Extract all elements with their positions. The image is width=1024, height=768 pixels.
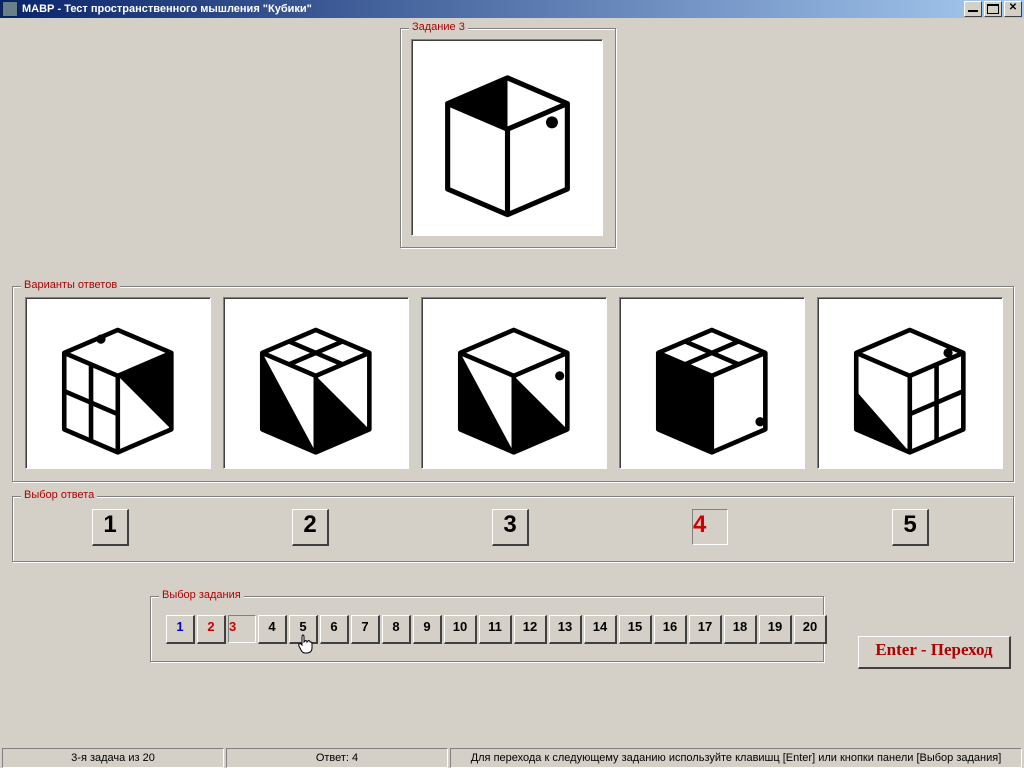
variant-3[interactable] <box>421 297 607 469</box>
cube-icon <box>629 307 795 460</box>
cube-icon <box>827 307 993 460</box>
cube-icon <box>35 307 201 460</box>
status-right: Для перехода к следующему заданию исполь… <box>450 748 1022 768</box>
task-button-2[interactable]: 2 <box>197 615 226 644</box>
task-button-3[interactable]: 3 <box>228 615 256 643</box>
tasksel-group-label: Выбор задания <box>159 589 244 601</box>
status-bar: 3-я задача из 20 Ответ: 4 Для перехода к… <box>0 748 1024 768</box>
answer-group-label: Выбор ответа <box>21 489 97 501</box>
answer-group: Выбор ответа 12345 <box>12 496 1014 562</box>
task-button-11[interactable]: 11 <box>479 615 512 644</box>
minimize-button[interactable] <box>964 1 982 17</box>
answer-button-5[interactable]: 5 <box>892 509 929 546</box>
variants-group: Варианты ответов <box>12 286 1014 482</box>
task-button-5[interactable]: 5 <box>289 615 318 644</box>
task-button-17[interactable]: 17 <box>689 615 722 644</box>
task-button-13[interactable]: 13 <box>549 615 582 644</box>
answer-button-3[interactable]: 3 <box>492 509 529 546</box>
task-button-12[interactable]: 12 <box>514 615 547 644</box>
task-group-label: Задание 3 <box>409 21 468 33</box>
answer-button-2[interactable]: 2 <box>292 509 329 546</box>
app-icon <box>2 1 18 17</box>
task-button-7[interactable]: 7 <box>351 615 380 644</box>
answer-button-4[interactable]: 4 <box>692 509 728 545</box>
task-button-1[interactable]: 1 <box>166 615 195 644</box>
window-titlebar: МАВР - Тест пространственного мышления "… <box>0 0 1024 18</box>
task-button-16[interactable]: 16 <box>654 615 687 644</box>
task-button-15[interactable]: 15 <box>619 615 652 644</box>
task-button-18[interactable]: 18 <box>724 615 757 644</box>
task-button-10[interactable]: 10 <box>444 615 477 644</box>
task-button-8[interactable]: 8 <box>382 615 411 644</box>
task-group: Задание 3 <box>400 28 616 248</box>
task-button-20[interactable]: 20 <box>794 615 827 644</box>
task-button-6[interactable]: 6 <box>320 615 349 644</box>
question-cube-icon <box>422 50 593 226</box>
status-mid: Ответ: 4 <box>226 748 448 768</box>
task-button-14[interactable]: 14 <box>584 615 617 644</box>
cube-icon <box>431 307 597 460</box>
window-title: МАВР - Тест пространственного мышления "… <box>22 3 964 15</box>
variant-1[interactable] <box>25 297 211 469</box>
task-button-9[interactable]: 9 <box>413 615 442 644</box>
variant-2[interactable] <box>223 297 409 469</box>
maximize-button[interactable] <box>984 1 1002 17</box>
enter-button[interactable]: Enter - Переход <box>858 636 1011 669</box>
question-cube <box>411 39 603 236</box>
tasksel-group: Выбор задания 12345678910111213141516171… <box>150 596 824 662</box>
answer-button-1[interactable]: 1 <box>92 509 129 546</box>
cube-icon <box>233 307 399 460</box>
variant-4[interactable] <box>619 297 805 469</box>
close-button[interactable] <box>1004 1 1022 17</box>
variants-group-label: Варианты ответов <box>21 279 120 291</box>
variant-5[interactable] <box>817 297 1003 469</box>
task-button-19[interactable]: 19 <box>759 615 792 644</box>
task-button-4[interactable]: 4 <box>258 615 287 644</box>
status-left: 3-я задача из 20 <box>2 748 224 768</box>
